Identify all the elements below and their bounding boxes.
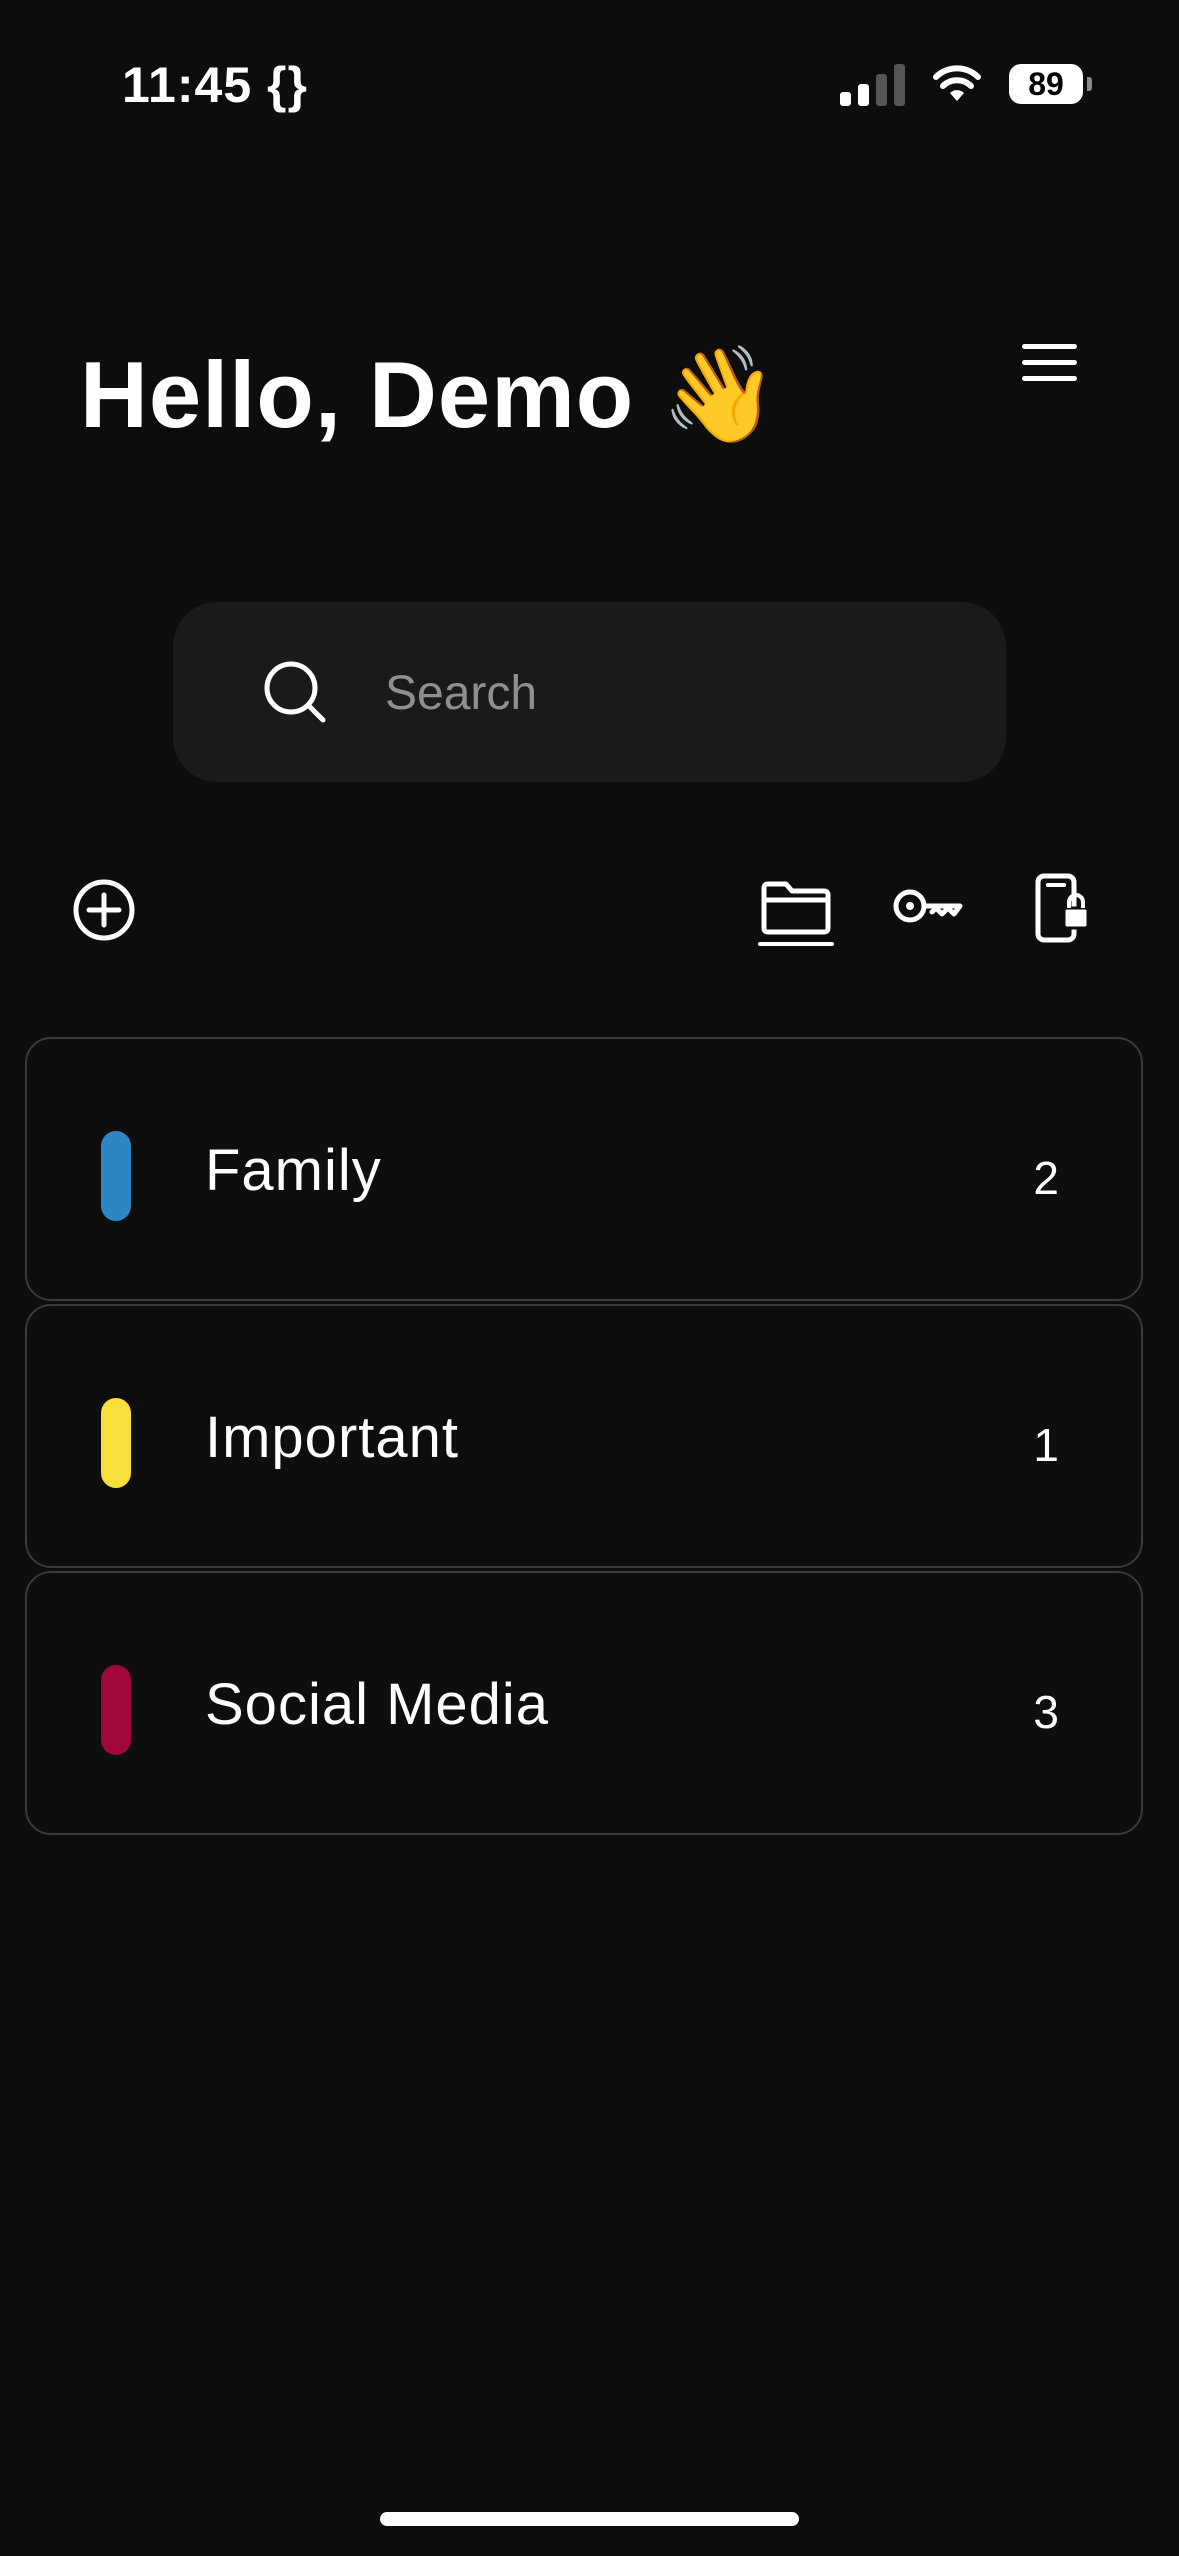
folder-row-important[interactable]: Important 1 xyxy=(25,1304,1143,1568)
folder-name: Social Media xyxy=(205,1672,550,1737)
folder-row-family[interactable]: Family 2 xyxy=(25,1037,1143,1301)
wave-emoji: 👋 xyxy=(661,342,780,447)
folder-name: Important xyxy=(205,1405,459,1470)
battery-level: 89 xyxy=(1028,65,1064,102)
app-screen: 11:45 {} 89 Hello, Demo 👋 Search Family … xyxy=(0,0,1179,2556)
home-indicator[interactable] xyxy=(380,2512,799,2526)
menu-button[interactable] xyxy=(1020,340,1080,388)
folder-color-tag xyxy=(101,1665,131,1755)
tab-device-lock-icon[interactable] xyxy=(1032,872,1092,944)
folder-list: Family 2 Important 1 Social Media 3 xyxy=(25,1037,1143,1838)
search-input[interactable] xyxy=(383,652,947,734)
folder-color-tag xyxy=(101,1398,131,1488)
add-folder-button[interactable] xyxy=(72,878,136,942)
folder-color-tag xyxy=(101,1131,131,1221)
folder-icon xyxy=(761,881,831,935)
status-icons: 89 xyxy=(840,62,1092,106)
search-icon xyxy=(264,661,326,723)
cellular-signal-icon xyxy=(840,62,905,106)
greeting-text: Hello, Demo xyxy=(80,342,635,447)
folder-name: Family xyxy=(205,1138,382,1203)
wifi-icon xyxy=(933,65,981,101)
active-tab-indicator xyxy=(758,942,834,946)
tab-passwords-key-icon[interactable] xyxy=(892,884,964,928)
folder-item-count: 2 xyxy=(1033,1152,1059,1204)
search-bar[interactable] xyxy=(173,602,1006,782)
page-title: Hello, Demo 👋 xyxy=(80,340,779,450)
folder-item-count: 1 xyxy=(1033,1419,1059,1471)
tab-folders[interactable] xyxy=(758,880,834,950)
status-time: 11:45 {} xyxy=(122,57,308,113)
battery-icon: 89 xyxy=(1009,64,1092,104)
folder-row-social-media[interactable]: Social Media 3 xyxy=(25,1571,1143,1835)
folder-item-count: 3 xyxy=(1033,1686,1059,1738)
